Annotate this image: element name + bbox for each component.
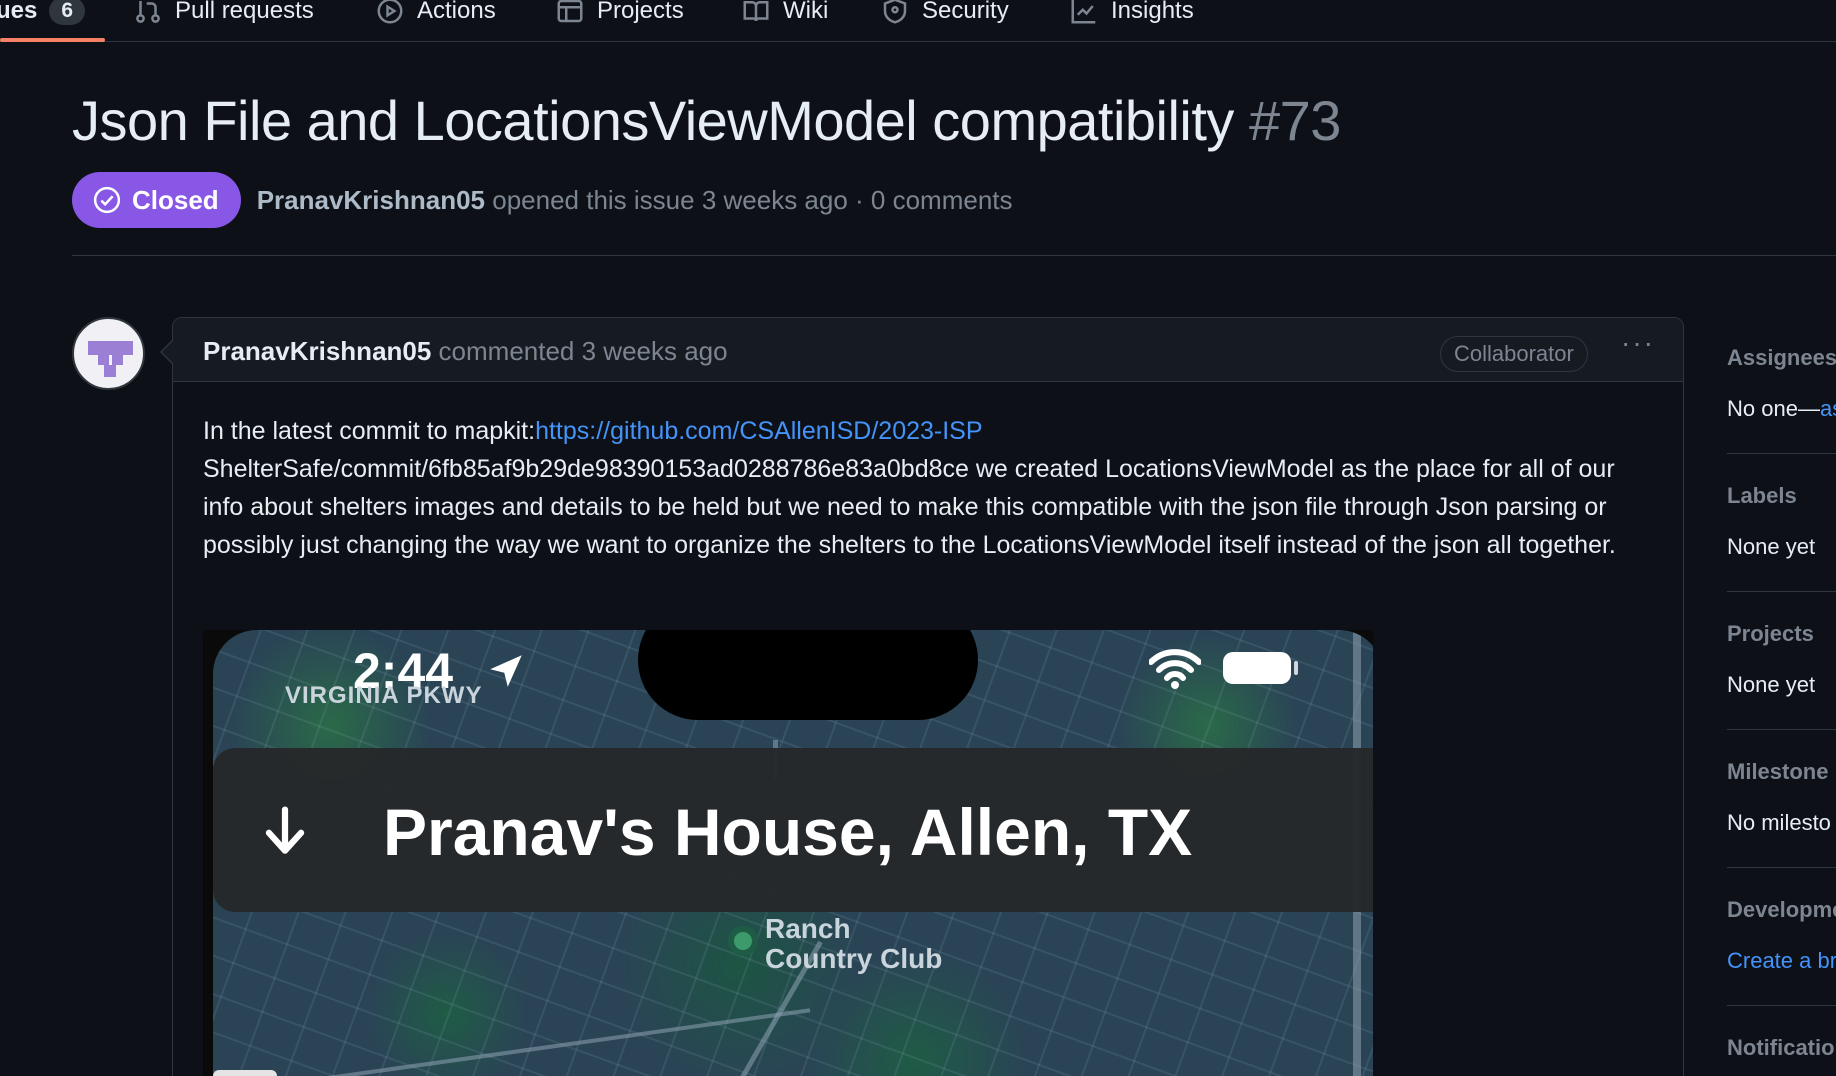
- issue-meta: PranavKrishnan05 opened this issue 3 wee…: [257, 185, 1013, 216]
- tab-wiki[interactable]: Wiki: [741, 0, 828, 36]
- tab-label: Wiki: [783, 0, 829, 24]
- comment-author-link[interactable]: PranavKrishnan05: [203, 336, 431, 366]
- tab-issues[interactable]: ues 6: [0, 0, 86, 36]
- location-arrow-icon: [490, 655, 522, 687]
- graph-icon: [1069, 0, 1099, 26]
- issues-counter: 6: [49, 0, 86, 25]
- tab-label: Actions: [417, 0, 496, 24]
- comment-timestamp[interactable]: commented 3 weeks ago: [431, 336, 728, 366]
- comment-author-line: PranavKrishnan05 commented 3 weeks ago: [203, 336, 728, 367]
- directions-banner: Pranav's House, Allen, TX: [213, 748, 1373, 912]
- comment-pointer-inner: [162, 341, 173, 363]
- issue-state-row: Closed PranavKrishnan05 opened this issu…: [72, 172, 1013, 228]
- issue-title-text: Json File and LocationsViewModel compati…: [72, 89, 1234, 152]
- sidebar-divider: [1727, 453, 1836, 454]
- sidebar-labels[interactable]: Labels None yet: [1727, 483, 1836, 560]
- issue-number: #73: [1248, 89, 1341, 152]
- comment-body: In the latest commit to mapkit:https://g…: [203, 412, 1653, 564]
- tab-label: Insights: [1111, 0, 1194, 24]
- wifi-icon: [1149, 649, 1201, 689]
- milestone-heading: Milestone: [1727, 759, 1829, 784]
- tab-insights[interactable]: Insights: [1069, 0, 1194, 36]
- state-badge: Closed: [72, 172, 241, 228]
- book-icon: [741, 0, 771, 26]
- tab-pull-requests[interactable]: Pull requests: [133, 0, 314, 36]
- sidebar-development: Developme Create a br: [1727, 897, 1836, 974]
- create-branch-link[interactable]: Create a br: [1727, 948, 1836, 974]
- comment-text-prefix: In the latest commit to mapkit:: [203, 417, 536, 445]
- comment-menu-button[interactable]: ···: [1618, 328, 1658, 368]
- projects-heading: Projects: [1727, 621, 1814, 646]
- tab-label: Projects: [597, 0, 684, 24]
- battery-icon: [1223, 652, 1291, 684]
- milestone-value: No milesto: [1727, 810, 1831, 835]
- issue-title: Json File and LocationsViewModel compati…: [72, 88, 1341, 153]
- sidebar-divider: [1727, 867, 1836, 868]
- street-label: VIRGINIA PKWY: [285, 682, 483, 709]
- check-circle-icon: [93, 186, 121, 214]
- projects-value: None yet: [1727, 672, 1816, 697]
- labels-value: None yet: [1727, 534, 1816, 559]
- arrow-down-icon: [265, 806, 305, 854]
- assign-yourself-link[interactable]: as: [1820, 396, 1836, 421]
- sidebar-divider: [1727, 591, 1836, 592]
- issue-meta-text: opened this issue 3 weeks ago · 0 commen…: [485, 184, 1013, 215]
- comment-header: PranavKrishnan05 commented 3 weeks ago C…: [173, 318, 1683, 382]
- pull-request-icon: [133, 0, 163, 26]
- phone-map: 2:44 VIRGINIA PKWY Pranav's House, Allen…: [213, 630, 1373, 1076]
- development-heading: Developme: [1727, 897, 1836, 922]
- notifications-heading: Notificatio: [1727, 1035, 1835, 1060]
- sidebar-notifications: Notificatio: [1727, 1035, 1836, 1061]
- avatar[interactable]: [72, 317, 145, 390]
- projects-table-icon: [555, 0, 585, 26]
- sidebar-assignees[interactable]: Assignees No one—as: [1727, 345, 1836, 422]
- labels-heading: Labels: [1727, 483, 1797, 508]
- road-shield: 2478: [213, 1070, 277, 1076]
- issue-author-link[interactable]: PranavKrishnan05: [257, 185, 485, 215]
- commit-link[interactable]: https://github.com/CSAllenISD/2023-ISP: [535, 417, 982, 445]
- tab-actions[interactable]: Actions: [375, 0, 496, 36]
- tab-label: Pull requests: [175, 0, 314, 24]
- collaborator-badge: Collaborator: [1440, 336, 1588, 372]
- poi-label: Ranch Country Club: [765, 913, 943, 974]
- repo-nav: ues 6 Pull requests Actions Projects Wik…: [0, 0, 1836, 42]
- active-tab-underline: [0, 38, 105, 42]
- sidebar-divider: [1727, 1005, 1836, 1006]
- embedded-screenshot[interactable]: 2:44 VIRGINIA PKWY Pranav's House, Allen…: [203, 630, 1373, 1076]
- actions-play-icon: [375, 0, 405, 26]
- state-label: Closed: [132, 184, 219, 215]
- assignees-heading: Assignees: [1727, 345, 1836, 370]
- destination-label: Pranav's House, Allen, TX: [383, 795, 1193, 869]
- tab-security[interactable]: Security: [880, 0, 1009, 36]
- sidebar-milestone[interactable]: Milestone No milesto: [1727, 759, 1836, 836]
- tab-projects[interactable]: Projects: [555, 0, 684, 36]
- map-pin-icon: [728, 926, 758, 956]
- header-divider: [72, 255, 1836, 256]
- comment-text: ShelterSafe/commit/6fb85af9b29de98390153…: [203, 455, 1616, 559]
- sidebar-divider: [1727, 729, 1836, 730]
- shield-icon: [880, 0, 910, 26]
- sidebar-projects[interactable]: Projects None yet: [1727, 621, 1836, 698]
- tab-label: ues: [0, 0, 38, 24]
- assignees-value: No one—as: [1727, 396, 1836, 422]
- tab-label: Security: [922, 0, 1009, 24]
- comment-box: PranavKrishnan05 commented 3 weeks ago C…: [172, 317, 1684, 1076]
